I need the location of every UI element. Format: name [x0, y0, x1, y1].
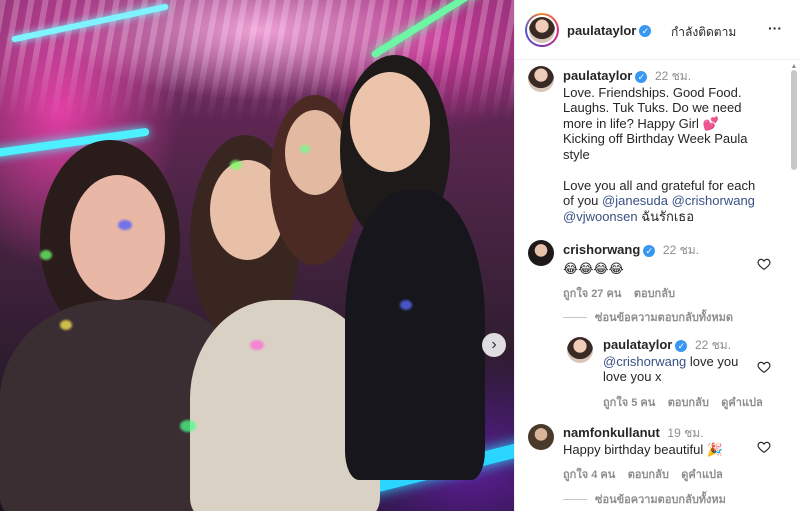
- scrollbar-thumb[interactable]: [791, 70, 797, 170]
- person-face: [285, 110, 345, 195]
- verified-badge-icon: ✓: [643, 244, 656, 257]
- caption-header: paulataylor ✓ 22 ชม.: [563, 68, 773, 85]
- disco-light-dot: [230, 160, 242, 170]
- timestamp[interactable]: 22 ชม.: [663, 243, 699, 257]
- heart-icon[interactable]: [757, 440, 771, 454]
- username[interactable]: crishorwang: [563, 242, 640, 257]
- caption-line: more in life? Happy Girl 💕: [563, 115, 719, 131]
- chevron-right-icon: ›: [491, 336, 497, 353]
- likes-count[interactable]: ถูกใจ 5 คน: [603, 397, 655, 409]
- mention-link[interactable]: @crishorwang: [672, 193, 755, 208]
- hide-replies-button[interactable]: ซ่อนข้อความตอบกลับทั้งหมด: [563, 308, 733, 326]
- translate-button[interactable]: ดูคำแปล: [681, 469, 723, 481]
- comment-reply: paulataylor ✓ 22 ชม. @crishorwang love yo…: [603, 337, 763, 411]
- username[interactable]: paulataylor: [603, 337, 672, 352]
- username[interactable]: namfonkullanut: [563, 425, 660, 440]
- caption-line: of you @janesuda @crishorwang: [563, 193, 755, 208]
- caption-line: Love. Friendships. Good Food.: [563, 84, 742, 100]
- person-face: [70, 175, 165, 300]
- avatar[interactable]: [528, 66, 554, 92]
- reply-button[interactable]: ตอบกลับ: [668, 397, 709, 409]
- caption-line: style: [563, 146, 590, 162]
- comment: crishorwang ✓ 22 ชม. 😂😂😂😂 ถูกใจ 27 คน ตอบ…: [563, 242, 763, 302]
- avatar[interactable]: [528, 424, 554, 450]
- disco-light-dot: [60, 320, 72, 330]
- username[interactable]: paulataylor: [563, 68, 632, 83]
- disco-light-dot: [400, 300, 412, 310]
- timestamp[interactable]: 19 ชม.: [667, 426, 703, 440]
- reply-button[interactable]: ตอบกลับ: [628, 469, 669, 481]
- timestamp[interactable]: 22 ชม.: [655, 69, 691, 83]
- post-sidebar: paulataylor ✓ กำลังติดตาม ··· paulataylor…: [514, 0, 800, 511]
- divider: [563, 498, 587, 500]
- comment: namfonkullanut 19 ชม. Happy birthday bea…: [563, 425, 763, 483]
- comment-meta: ถูกใจ 4 คน ตอบกลับ ดูคำแปล: [563, 465, 763, 483]
- comment-meta: ถูกใจ 5 คน ตอบกลับ ดูคำแปล: [603, 393, 763, 411]
- avatar[interactable]: [528, 240, 554, 266]
- verified-badge-icon: ✓: [635, 70, 648, 83]
- following-button[interactable]: กำลังติดตาม: [671, 23, 736, 42]
- mention-link[interactable]: @janesuda: [602, 193, 668, 208]
- post-photo[interactable]: ›: [0, 0, 514, 511]
- avatar[interactable]: [527, 15, 557, 45]
- verified-badge-icon: ✓: [639, 24, 652, 37]
- translate-button[interactable]: ดูคำแปล: [721, 397, 763, 409]
- heart-icon[interactable]: [757, 360, 771, 374]
- mention-link[interactable]: @vjwoonsen: [563, 209, 638, 224]
- caption-line: Laughs. Tuk Tuks. Do we need: [563, 100, 742, 115]
- disco-light-dot: [180, 420, 196, 432]
- comment-text: Happy birthday beautiful 🎉: [563, 441, 723, 457]
- person-body: [345, 190, 485, 480]
- avatar[interactable]: [567, 337, 593, 363]
- mention-link[interactable]: @crishorwang: [603, 354, 686, 369]
- disco-light-dot: [300, 145, 310, 153]
- comment-text: love you x: [603, 369, 662, 384]
- caption-line: Love you all and grateful for each: [563, 177, 756, 193]
- comment-meta: ถูกใจ 27 คน ตอบกลับ: [563, 284, 763, 302]
- caption-line: @vjwoonsen ฉันรักเธอ: [563, 208, 695, 224]
- verified-badge-icon: ✓: [675, 339, 688, 352]
- divider: [563, 316, 587, 318]
- username[interactable]: paulataylor: [567, 23, 636, 38]
- comment-text: 😂😂😂😂: [563, 260, 624, 276]
- likes-count[interactable]: ถูกใจ 4 คน: [563, 469, 615, 481]
- carousel-next-button[interactable]: ›: [482, 333, 506, 357]
- caption: paulataylor ✓ 22 ชม. Love. Friendships. G…: [563, 68, 773, 224]
- disco-light-dot: [40, 250, 52, 260]
- hide-replies-button[interactable]: ซ่อนข้อความตอบกลับทั้งหม: [563, 490, 726, 508]
- person-face: [350, 72, 430, 172]
- likes-count[interactable]: ถูกใจ 27 คน: [563, 288, 621, 300]
- caption-line: Kicking off Birthday Week Paula: [563, 131, 748, 146]
- post-header: paulataylor ✓ กำลังติดตาม ···: [515, 0, 800, 60]
- timestamp[interactable]: 22 ชม.: [695, 338, 731, 352]
- more-options-icon[interactable]: ···: [768, 20, 782, 36]
- disco-light-dot: [250, 340, 264, 350]
- comment-text: @crishorwang love you: [603, 353, 739, 369]
- post-author[interactable]: paulataylor ✓: [567, 22, 652, 40]
- disco-light-dot: [118, 220, 132, 230]
- reply-button[interactable]: ตอบกลับ: [634, 288, 675, 300]
- heart-icon[interactable]: [757, 257, 771, 271]
